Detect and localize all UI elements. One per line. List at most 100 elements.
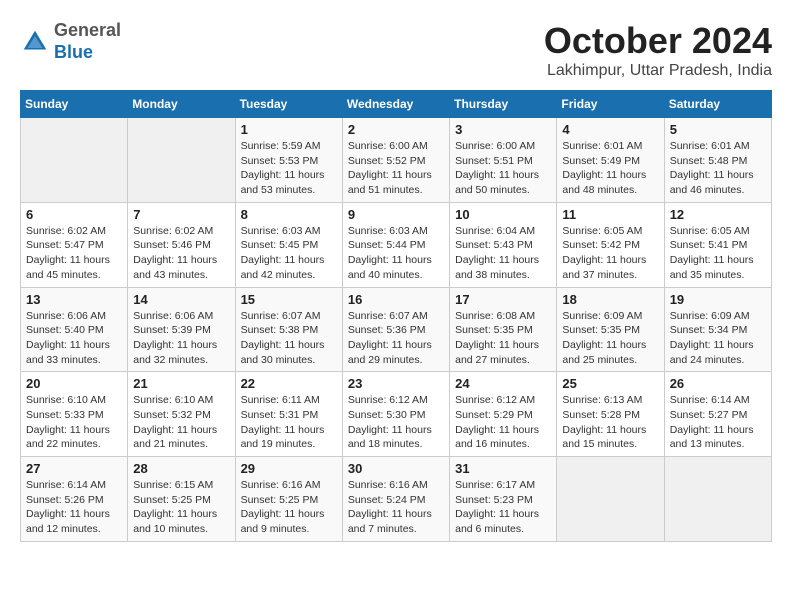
week-row: 1 Sunrise: 5:59 AMSunset: 5:53 PMDaylight… <box>21 118 772 203</box>
day-info: Sunrise: 6:08 AMSunset: 5:35 PMDaylight:… <box>455 309 551 368</box>
logo-icon <box>20 27 50 57</box>
day-number: 26 <box>670 376 766 391</box>
calendar-cell: 14 Sunrise: 6:06 AMSunset: 5:39 PMDayligh… <box>128 287 235 372</box>
day-number: 6 <box>26 207 122 222</box>
col-header-friday: Friday <box>557 91 664 118</box>
calendar-cell: 31 Sunrise: 6:17 AMSunset: 5:23 PMDayligh… <box>450 457 557 542</box>
day-number: 21 <box>133 376 229 391</box>
day-number: 29 <box>241 461 337 476</box>
day-number: 4 <box>562 122 658 137</box>
week-row: 6 Sunrise: 6:02 AMSunset: 5:47 PMDaylight… <box>21 202 772 287</box>
day-number: 23 <box>348 376 444 391</box>
day-number: 8 <box>241 207 337 222</box>
calendar-cell: 17 Sunrise: 6:08 AMSunset: 5:35 PMDayligh… <box>450 287 557 372</box>
calendar-cell: 15 Sunrise: 6:07 AMSunset: 5:38 PMDayligh… <box>235 287 342 372</box>
day-number: 27 <box>26 461 122 476</box>
day-info: Sunrise: 6:12 AMSunset: 5:29 PMDaylight:… <box>455 393 551 452</box>
day-number: 3 <box>455 122 551 137</box>
day-info: Sunrise: 6:15 AMSunset: 5:25 PMDaylight:… <box>133 478 229 537</box>
day-number: 7 <box>133 207 229 222</box>
day-info: Sunrise: 6:07 AMSunset: 5:38 PMDaylight:… <box>241 309 337 368</box>
calendar-cell: 24 Sunrise: 6:12 AMSunset: 5:29 PMDayligh… <box>450 372 557 457</box>
day-info: Sunrise: 6:01 AMSunset: 5:48 PMDaylight:… <box>670 139 766 198</box>
calendar-cell: 12 Sunrise: 6:05 AMSunset: 5:41 PMDayligh… <box>664 202 771 287</box>
day-info: Sunrise: 6:06 AMSunset: 5:40 PMDaylight:… <box>26 309 122 368</box>
day-number: 30 <box>348 461 444 476</box>
day-info: Sunrise: 6:06 AMSunset: 5:39 PMDaylight:… <box>133 309 229 368</box>
day-number: 19 <box>670 292 766 307</box>
logo-text: General Blue <box>54 20 121 63</box>
day-info: Sunrise: 6:11 AMSunset: 5:31 PMDaylight:… <box>241 393 337 452</box>
col-header-thursday: Thursday <box>450 91 557 118</box>
calendar-cell <box>664 457 771 542</box>
week-row: 13 Sunrise: 6:06 AMSunset: 5:40 PMDayligh… <box>21 287 772 372</box>
day-info: Sunrise: 6:07 AMSunset: 5:36 PMDaylight:… <box>348 309 444 368</box>
calendar-cell: 1 Sunrise: 5:59 AMSunset: 5:53 PMDaylight… <box>235 118 342 203</box>
day-info: Sunrise: 6:09 AMSunset: 5:34 PMDaylight:… <box>670 309 766 368</box>
calendar-cell: 22 Sunrise: 6:11 AMSunset: 5:31 PMDayligh… <box>235 372 342 457</box>
day-info: Sunrise: 6:05 AMSunset: 5:41 PMDaylight:… <box>670 224 766 283</box>
logo: General Blue <box>20 20 121 63</box>
day-info: Sunrise: 6:04 AMSunset: 5:43 PMDaylight:… <box>455 224 551 283</box>
day-number: 13 <box>26 292 122 307</box>
day-number: 1 <box>241 122 337 137</box>
day-number: 9 <box>348 207 444 222</box>
day-number: 20 <box>26 376 122 391</box>
day-number: 12 <box>670 207 766 222</box>
day-number: 5 <box>670 122 766 137</box>
calendar-body: 1 Sunrise: 5:59 AMSunset: 5:53 PMDaylight… <box>21 118 772 542</box>
calendar-cell: 11Sunrise: 6:05 AMSunset: 5:42 PMDayligh… <box>557 202 664 287</box>
col-header-saturday: Saturday <box>664 91 771 118</box>
day-number: 15 <box>241 292 337 307</box>
day-number: 14 <box>133 292 229 307</box>
calendar-cell <box>21 118 128 203</box>
col-header-wednesday: Wednesday <box>342 91 449 118</box>
day-info: Sunrise: 6:02 AMSunset: 5:47 PMDaylight:… <box>26 224 122 283</box>
day-info: Sunrise: 6:01 AMSunset: 5:49 PMDaylight:… <box>562 139 658 198</box>
location: Lakhimpur, Uttar Pradesh, India <box>544 62 772 80</box>
calendar-cell: 26Sunrise: 6:14 AMSunset: 5:27 PMDayligh… <box>664 372 771 457</box>
day-number: 24 <box>455 376 551 391</box>
calendar-cell: 18 Sunrise: 6:09 AMSunset: 5:35 PMDayligh… <box>557 287 664 372</box>
week-row: 20Sunrise: 6:10 AMSunset: 5:33 PMDayligh… <box>21 372 772 457</box>
calendar-cell: 6 Sunrise: 6:02 AMSunset: 5:47 PMDaylight… <box>21 202 128 287</box>
day-info: Sunrise: 6:02 AMSunset: 5:46 PMDaylight:… <box>133 224 229 283</box>
day-number: 31 <box>455 461 551 476</box>
calendar-cell: 13 Sunrise: 6:06 AMSunset: 5:40 PMDayligh… <box>21 287 128 372</box>
calendar-cell: 3Sunrise: 6:00 AMSunset: 5:51 PMDaylight… <box>450 118 557 203</box>
day-number: 28 <box>133 461 229 476</box>
page-header: General Blue October 2024 Lakhimpur, Utt… <box>20 20 772 80</box>
day-info: Sunrise: 6:03 AMSunset: 5:44 PMDaylight:… <box>348 224 444 283</box>
calendar-cell: 7 Sunrise: 6:02 AMSunset: 5:46 PMDaylight… <box>128 202 235 287</box>
day-info: Sunrise: 6:03 AMSunset: 5:45 PMDaylight:… <box>241 224 337 283</box>
calendar-header: SundayMondayTuesdayWednesdayThursdayFrid… <box>21 91 772 118</box>
day-number: 10 <box>455 207 551 222</box>
month-title: October 2024 <box>544 20 772 62</box>
day-info: Sunrise: 6:09 AMSunset: 5:35 PMDaylight:… <box>562 309 658 368</box>
calendar-cell: 23Sunrise: 6:12 AMSunset: 5:30 PMDayligh… <box>342 372 449 457</box>
calendar: SundayMondayTuesdayWednesdayThursdayFrid… <box>20 90 772 542</box>
day-number: 16 <box>348 292 444 307</box>
day-info: Sunrise: 6:17 AMSunset: 5:23 PMDaylight:… <box>455 478 551 537</box>
col-header-monday: Monday <box>128 91 235 118</box>
title-block: October 2024 Lakhimpur, Uttar Pradesh, I… <box>544 20 772 80</box>
day-number: 2 <box>348 122 444 137</box>
calendar-cell <box>128 118 235 203</box>
day-number: 11 <box>562 207 658 222</box>
calendar-cell: 8 Sunrise: 6:03 AMSunset: 5:45 PMDaylight… <box>235 202 342 287</box>
day-info: Sunrise: 5:59 AMSunset: 5:53 PMDaylight:… <box>241 139 337 198</box>
day-number: 17 <box>455 292 551 307</box>
day-info: Sunrise: 6:16 AMSunset: 5:24 PMDaylight:… <box>348 478 444 537</box>
calendar-cell: 9 Sunrise: 6:03 AMSunset: 5:44 PMDaylight… <box>342 202 449 287</box>
calendar-cell: 4 Sunrise: 6:01 AMSunset: 5:49 PMDaylight… <box>557 118 664 203</box>
day-number: 22 <box>241 376 337 391</box>
calendar-cell: 29Sunrise: 6:16 AMSunset: 5:25 PMDayligh… <box>235 457 342 542</box>
week-row: 27Sunrise: 6:14 AMSunset: 5:26 PMDayligh… <box>21 457 772 542</box>
calendar-cell: 21Sunrise: 6:10 AMSunset: 5:32 PMDayligh… <box>128 372 235 457</box>
calendar-cell: 5 Sunrise: 6:01 AMSunset: 5:48 PMDaylight… <box>664 118 771 203</box>
calendar-cell: 25Sunrise: 6:13 AMSunset: 5:28 PMDayligh… <box>557 372 664 457</box>
calendar-cell: 27Sunrise: 6:14 AMSunset: 5:26 PMDayligh… <box>21 457 128 542</box>
day-number: 18 <box>562 292 658 307</box>
col-header-sunday: Sunday <box>21 91 128 118</box>
calendar-cell <box>557 457 664 542</box>
